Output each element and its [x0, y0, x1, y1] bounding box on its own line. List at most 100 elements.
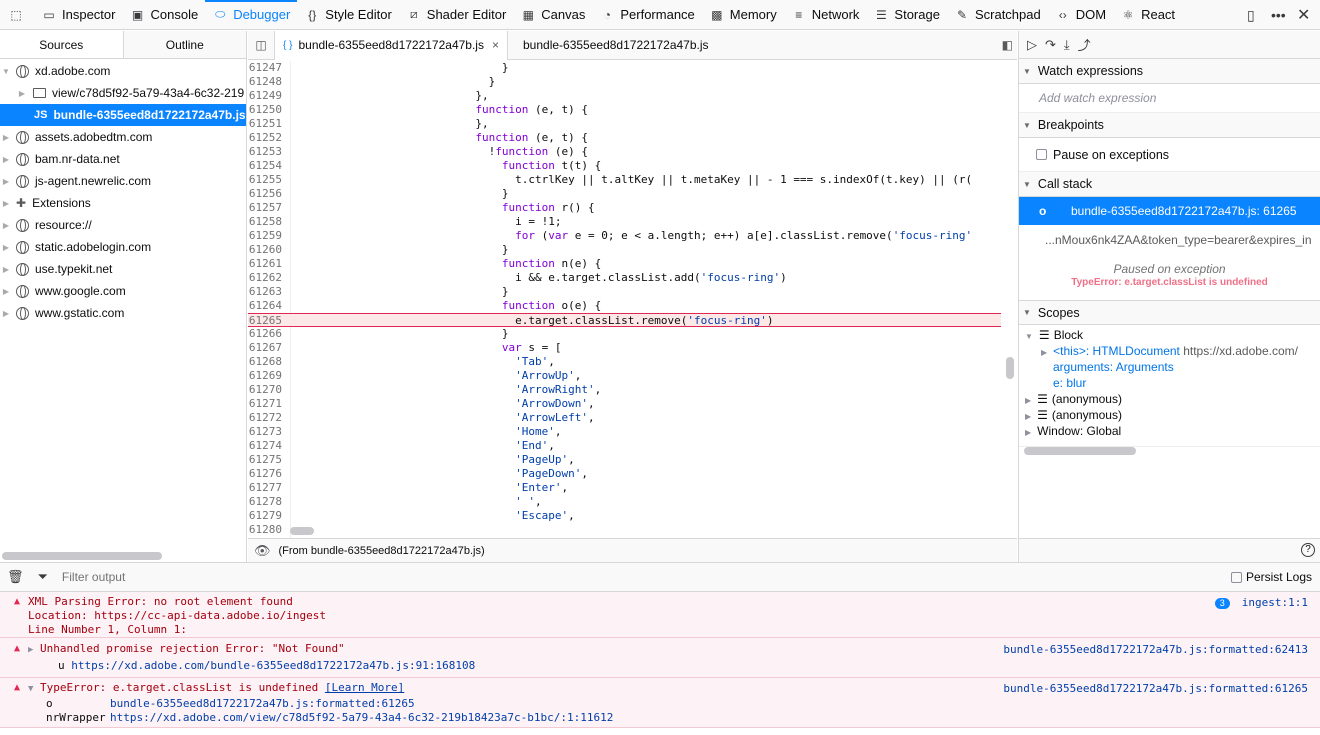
scopes-header[interactable]: ▼ Scopes	[1019, 300, 1320, 325]
source-tree-item[interactable]: ▶ js-agent.newrelic.com	[0, 170, 246, 192]
filter-icon[interactable]: ⏷	[38, 569, 48, 585]
source-tree-item[interactable]: ▶ view/c78d5f92-5a79-43a4-6c32-219	[0, 82, 246, 104]
help-icon[interactable]: ?	[1301, 543, 1315, 557]
persist-logs-checkbox[interactable]	[1230, 571, 1242, 583]
line-number[interactable]: 61270	[248, 383, 286, 397]
code-line[interactable]: 61251 },	[248, 117, 1001, 131]
toggle-sidebar-icon[interactable]: ◫	[248, 31, 274, 60]
code-line[interactable]: 61270 'ArrowRight',	[248, 383, 1001, 397]
scopes-scrollbar[interactable]	[1024, 447, 1136, 455]
code-line[interactable]: 61256 }	[248, 187, 1001, 201]
tab-style-editor[interactable]: {} Style Editor	[297, 0, 398, 30]
scope-arguments[interactable]: arguments: Arguments	[1019, 359, 1320, 375]
collapsed-arrow-icon[interactable]: ▶	[0, 199, 12, 208]
source-tree-item[interactable]: ▶ use.typekit.net	[0, 258, 246, 280]
tab-performance[interactable]: ◔ Performance	[592, 0, 701, 30]
trash-icon[interactable]: 🗑	[7, 569, 24, 585]
line-number[interactable]: 61269	[248, 369, 286, 383]
source-tree-item[interactable]: ▼ xd.adobe.com	[0, 60, 246, 82]
code-line[interactable]: 61254 function t(t) {	[248, 159, 1001, 173]
source-tree-item[interactable]: ▶ www.google.com	[0, 280, 246, 302]
code-line[interactable]: 61248 }	[248, 75, 1001, 89]
line-number[interactable]: 61264	[248, 299, 286, 313]
source-tree-item[interactable]: ▶ bam.nr-data.net	[0, 148, 246, 170]
code-line[interactable]: 61274 'End',	[248, 439, 1001, 453]
source-tree-item[interactable]: ▶ resource://	[0, 214, 246, 236]
line-number[interactable]: 61271	[248, 397, 286, 411]
line-number[interactable]: 61274	[248, 439, 286, 453]
line-number[interactable]: 61262	[248, 271, 286, 285]
tab-canvas[interactable]: ▦ Canvas	[513, 0, 592, 30]
paused-line[interactable]: 61265 e.target.classList.remove('focus-r…	[248, 313, 1001, 327]
code-line[interactable]: 61279 'Escape',	[248, 509, 1001, 523]
source-tree-item[interactable]: ▶ ✚ Extensions	[0, 192, 246, 214]
code-line[interactable]: 61275 'PageUp',	[248, 453, 1001, 467]
editor-vscroll[interactable]	[1006, 357, 1014, 379]
code-line[interactable]: 61280	[248, 523, 1001, 537]
code-line[interactable]: 61271 'ArrowDown',	[248, 397, 1001, 411]
step-over-icon[interactable]: ↷	[1045, 37, 1056, 53]
code-line[interactable]: 61272 'ArrowLeft',	[248, 411, 1001, 425]
line-number[interactable]: 61276	[248, 467, 286, 481]
line-number[interactable]: 61252	[248, 131, 286, 145]
collapsed-arrow-icon[interactable]: ▶	[0, 243, 12, 252]
code-line[interactable]: 61259 for (var e = 0; e < a.length; e++)…	[248, 229, 1001, 243]
tab-network[interactable]: ≡ Network	[784, 0, 867, 30]
editor-tab[interactable]: bundle-6355eed8d1722172a47b.js	[508, 31, 717, 60]
code-line[interactable]: 61261 function n(e) {	[248, 257, 1001, 271]
line-number[interactable]: 61278	[248, 495, 286, 509]
tab-debugger[interactable]: ⬭ Debugger	[205, 0, 298, 30]
expanded-arrow-icon[interactable]: ▼	[0, 67, 12, 76]
line-number[interactable]: 61248	[248, 75, 286, 89]
editor-tab-active[interactable]: { } bundle-6355eed8d1722172a47b.js ×	[274, 31, 508, 60]
close-icon[interactable]: ✕	[1297, 0, 1310, 30]
line-number[interactable]: 61277	[248, 481, 286, 495]
collapsed-arrow-icon[interactable]: ▶	[0, 287, 12, 296]
collapse-arrow-icon[interactable]: ▼	[28, 684, 33, 694]
line-number[interactable]: 61266	[248, 327, 286, 341]
line-number[interactable]: 61259	[248, 229, 286, 243]
code-line[interactable]: 61253 !function (e) {	[248, 145, 1001, 159]
scope-anonymous[interactable]: ▶ ☰ (anonymous)	[1019, 391, 1320, 407]
expand-arrow-icon[interactable]: ▶	[28, 645, 33, 655]
toggle-right-pane-icon[interactable]: ◧	[1002, 38, 1013, 52]
collapsed-arrow-icon[interactable]: ▶	[0, 133, 12, 142]
dock-icon[interactable]: ▯	[1247, 0, 1255, 30]
code-line[interactable]: 61260 }	[248, 243, 1001, 257]
tab-react[interactable]: ⚛ React	[1113, 0, 1182, 30]
scope-anonymous[interactable]: ▶ ☰ (anonymous)	[1019, 407, 1320, 423]
console-message[interactable]: ▲ XML Parsing Error: no root element fou…	[0, 592, 1320, 638]
code-view[interactable]: 61247 } 61248 } 61249 }, 61250 function (e,…	[248, 61, 1001, 553]
line-number[interactable]: 61256	[248, 187, 286, 201]
line-number[interactable]: 61251	[248, 117, 286, 131]
tab-shader-editor[interactable]: ⧄ Shader Editor	[399, 0, 514, 30]
code-line[interactable]: 61268 'Tab',	[248, 355, 1001, 369]
tab-dom[interactable]: ‹› DOM	[1048, 0, 1113, 30]
source-tree-item[interactable]: JS bundle-6355eed8d1722172a47b.js	[0, 104, 246, 126]
source-tree-item[interactable]: ▶ www.gstatic.com	[0, 302, 246, 324]
scope-window[interactable]: ▶ Window: Global	[1019, 423, 1320, 439]
line-number[interactable]: 61280	[248, 523, 286, 537]
code-line[interactable]: 61249 },	[248, 89, 1001, 103]
stack-frame-link[interactable]: https://xd.adobe.com/bundle-6355eed8d172…	[71, 659, 475, 672]
collapsed-arrow-icon[interactable]: ▶	[0, 177, 12, 186]
source-tree-item[interactable]: ▶ static.adobelogin.com	[0, 236, 246, 258]
line-number[interactable]: 61255	[248, 173, 286, 187]
step-in-icon[interactable]: ⤓	[1064, 37, 1070, 53]
stack-frame-link[interactable]: https://xd.adobe.com/view/c78d5f92-5a79-…	[110, 711, 613, 724]
collapsed-arrow-icon[interactable]: ▶	[16, 89, 28, 98]
add-watch-expression-input[interactable]: Add watch expression	[1019, 84, 1320, 113]
message-source-link[interactable]: bundle-6355eed8d1722172a47b.js:formatted…	[1003, 643, 1308, 656]
line-number[interactable]: 61258	[248, 215, 286, 229]
line-number[interactable]: 61275	[248, 453, 286, 467]
pause-on-exceptions-checkbox[interactable]	[1036, 149, 1047, 160]
code-line[interactable]: 61264 function o(e) {	[248, 299, 1001, 313]
line-number[interactable]: 61272	[248, 411, 286, 425]
line-number[interactable]: 61254	[248, 159, 286, 173]
code-line[interactable]: 61267 var s = [	[248, 341, 1001, 355]
line-number[interactable]: 61257	[248, 201, 286, 215]
tab-scratchpad[interactable]: ✎ Scratchpad	[947, 0, 1048, 30]
line-number[interactable]: 61267	[248, 341, 286, 355]
line-number[interactable]: 61265	[248, 314, 286, 328]
message-source-link[interactable]: ingest:1:1	[1242, 596, 1308, 609]
